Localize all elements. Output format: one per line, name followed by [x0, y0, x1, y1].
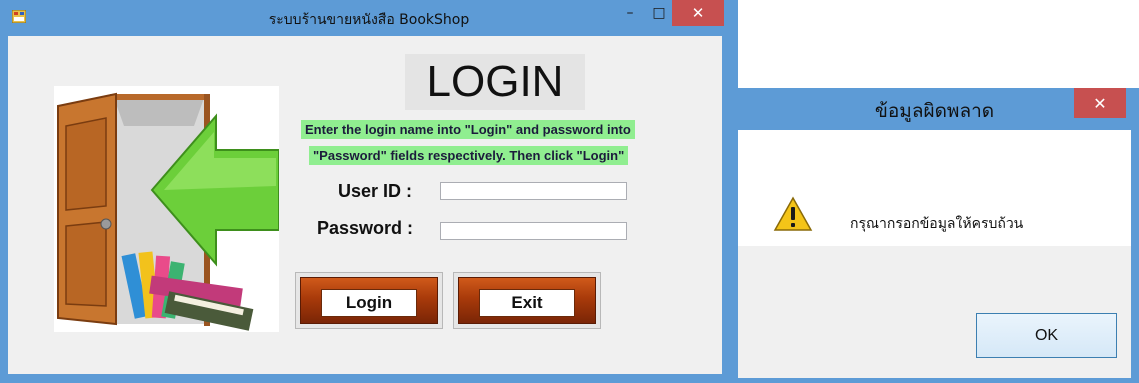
error-message: กรุณากรอกข้อมูลให้ครบถ้วน	[850, 216, 1024, 232]
password-label: Password :	[317, 218, 414, 238]
dialog-button-area	[738, 246, 1131, 378]
login-form-area: LOGIN Enter the login name into "Login" …	[8, 36, 722, 374]
instruction-line-2: "Password" fields respectively. Then cli…	[309, 146, 629, 165]
login-window-titlebar[interactable]: ระบบร้านขายหนังสือ BookShop – □ ✕	[0, 0, 738, 36]
dialog-close-button[interactable]: ✕	[1074, 88, 1126, 118]
login-button-label: Login	[321, 289, 417, 317]
user-id-input[interactable]	[440, 182, 627, 200]
login-button-face: Login	[300, 277, 438, 324]
door-arrow-books-illustration	[54, 86, 279, 332]
close-button[interactable]: ✕	[672, 0, 724, 26]
exit-button-face: Exit	[458, 277, 596, 324]
exit-button-label: Exit	[479, 289, 575, 317]
user-id-label: User ID :	[338, 181, 413, 201]
minimize-button[interactable]: –	[617, 0, 643, 26]
ok-button[interactable]: OK	[976, 313, 1117, 358]
maximize-button[interactable]: □	[646, 0, 672, 26]
error-dialog: ข้อมูลผิดพลาด ✕ กรุณากรอกข้อมูลให้ครบถ้ว…	[730, 88, 1139, 383]
login-window: ระบบร้านขายหนังสือ BookShop – □ ✕ LOGIN …	[0, 0, 738, 383]
instruction-line-1: Enter the login name into "Login" and pa…	[301, 120, 635, 139]
login-heading: LOGIN	[405, 54, 585, 110]
exit-button[interactable]: Exit	[453, 272, 601, 329]
warning-icon	[773, 196, 813, 231]
password-input[interactable]	[440, 222, 627, 240]
login-button[interactable]: Login	[295, 272, 443, 329]
